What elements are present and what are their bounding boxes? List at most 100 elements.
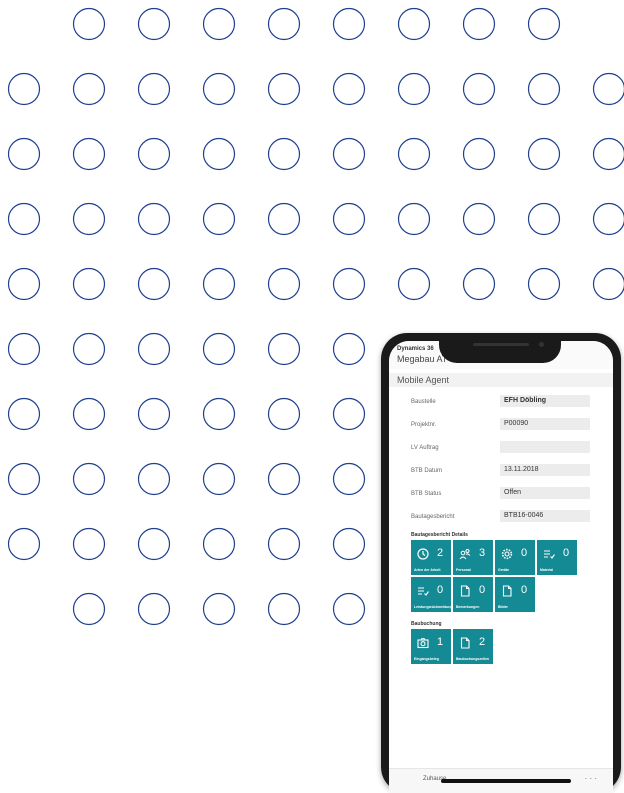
tile-6[interactable]: 0Bilder xyxy=(495,577,535,612)
decorative-circle xyxy=(204,334,235,365)
decorative-circle xyxy=(529,204,560,235)
list-check-icon xyxy=(417,585,429,597)
phone-mockup: Dynamics 36 Megabau AT Mobile Agent Baus… xyxy=(381,333,621,793)
tile-count: 2 xyxy=(437,547,443,559)
gear-icon xyxy=(501,548,513,560)
decorative-circle xyxy=(594,269,624,300)
decorative-circle xyxy=(594,139,624,170)
decorative-circle xyxy=(9,334,40,365)
decorative-circle xyxy=(464,9,495,40)
decorative-circle xyxy=(269,74,300,105)
decorative-circle xyxy=(594,204,624,235)
form-row: LV Auftrag xyxy=(389,439,613,462)
form-row: BaustelleEFH Döbling xyxy=(389,393,613,416)
decorative-circle xyxy=(139,334,170,365)
tile-5[interactable]: 0 Bemerkungen xyxy=(453,577,493,612)
field-value[interactable]: BTB16-0046 xyxy=(500,510,590,522)
field-value[interactable] xyxy=(500,441,590,453)
decorative-circle xyxy=(74,594,105,625)
tile-0[interactable]: 2Arten der Arbeit xyxy=(411,540,451,575)
decorative-circle xyxy=(9,529,40,560)
decorative-circle xyxy=(464,269,495,300)
decorative-circle xyxy=(269,529,300,560)
decorative-circle xyxy=(399,139,430,170)
tile-1[interactable]: 2Baubuchungszeilen xyxy=(453,629,493,664)
decorative-circle xyxy=(204,9,235,40)
decorative-circle xyxy=(334,529,365,560)
decorative-circle xyxy=(139,529,170,560)
tile-label: Bemerkungen xyxy=(456,605,491,609)
bottom-bar: Zuhause · · · xyxy=(389,768,613,793)
decorative-circle xyxy=(529,9,560,40)
form-row: BTB StatusOffen xyxy=(389,485,613,508)
form-row: BautagesberichtBTB16-0046 xyxy=(389,508,613,531)
decorative-circle xyxy=(269,594,300,625)
decorative-circle xyxy=(334,9,365,40)
decorative-circle xyxy=(269,334,300,365)
list-check-icon xyxy=(543,548,555,560)
people-icon xyxy=(459,548,471,560)
decorative-circle xyxy=(204,74,235,105)
decorative-circle xyxy=(399,204,430,235)
tile-label: Material xyxy=(540,568,575,572)
tile-3[interactable]: 0Material xyxy=(537,540,577,575)
decorative-circle xyxy=(139,204,170,235)
clock-icon xyxy=(417,548,429,560)
camera-dot xyxy=(539,342,544,347)
tile-count: 3 xyxy=(479,547,485,559)
tile-0[interactable]: 1Eingangsbeleg xyxy=(411,629,451,664)
phone-notch xyxy=(439,333,561,363)
tile-label: Bilder xyxy=(498,605,533,609)
form-row: Projektnr.P00090 xyxy=(389,416,613,439)
decorative-circle xyxy=(399,74,430,105)
tile-count: 2 xyxy=(479,636,485,648)
decorative-circle xyxy=(74,334,105,365)
decorative-circle xyxy=(399,269,430,300)
decorative-circle xyxy=(74,269,105,300)
decorative-circle xyxy=(529,269,560,300)
decorative-circle xyxy=(139,269,170,300)
decorative-circle xyxy=(399,9,430,40)
decorative-circle xyxy=(139,464,170,495)
field-label: BTB Datum xyxy=(411,468,442,474)
decorative-circle xyxy=(204,204,235,235)
decorative-circle xyxy=(269,139,300,170)
field-value[interactable]: P00090 xyxy=(500,418,590,430)
field-value[interactable]: 13.11.2018 xyxy=(500,464,590,476)
decorative-circle xyxy=(334,334,365,365)
decorative-circle xyxy=(334,464,365,495)
details-section-title: Bautagesbericht Details xyxy=(411,532,468,538)
more-icon[interactable]: · · · xyxy=(585,774,597,783)
decorative-circle xyxy=(464,204,495,235)
decorative-circle xyxy=(334,74,365,105)
decorative-circle xyxy=(269,399,300,430)
tile-4[interactable]: 0Leistungsrückmeldung xyxy=(411,577,451,612)
decorative-circle xyxy=(74,529,105,560)
form-row: BTB Datum 13.11.2018 xyxy=(389,462,613,485)
page-title: Mobile Agent xyxy=(389,373,613,387)
document-icon xyxy=(459,585,471,597)
document-icon xyxy=(501,585,513,597)
tile-2[interactable]: 0Geräte xyxy=(495,540,535,575)
decorative-circle xyxy=(204,399,235,430)
field-value[interactable]: EFH Döbling xyxy=(500,395,590,407)
decorative-circle xyxy=(9,204,40,235)
tile-count: 0 xyxy=(437,584,443,596)
tile-label: Geräte xyxy=(498,568,533,572)
decorative-circle xyxy=(464,74,495,105)
decorative-circle xyxy=(74,139,105,170)
tile-1[interactable]: 3 Personal xyxy=(453,540,493,575)
decorative-circle xyxy=(139,399,170,430)
decorative-circle xyxy=(74,399,105,430)
decorative-circle xyxy=(269,9,300,40)
field-value[interactable]: Offen xyxy=(500,487,590,499)
decorative-circle xyxy=(9,74,40,105)
decorative-circle xyxy=(334,204,365,235)
decorative-circle xyxy=(139,594,170,625)
decorative-circle xyxy=(269,269,300,300)
tile-count: 0 xyxy=(479,584,485,596)
decorative-circle xyxy=(9,464,40,495)
decorative-circle xyxy=(269,464,300,495)
tile-label: Personal xyxy=(456,568,491,572)
tile-count: 1 xyxy=(437,636,443,648)
